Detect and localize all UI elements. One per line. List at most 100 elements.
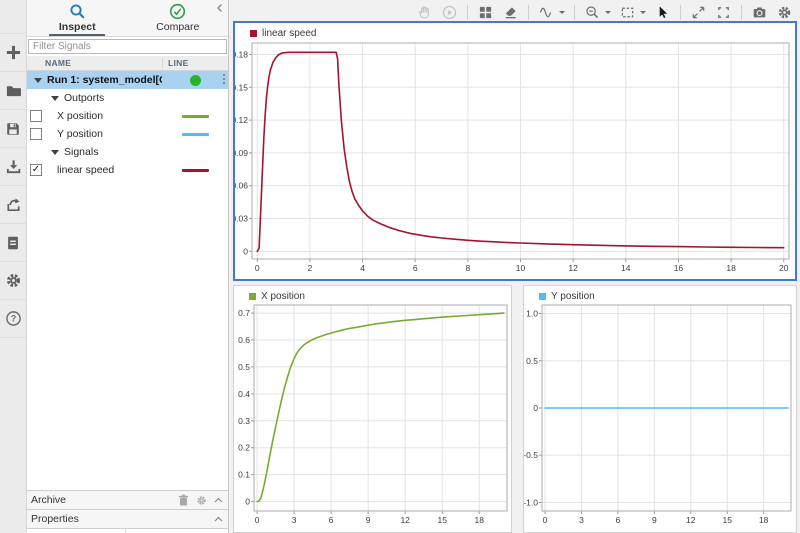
run-row[interactable]: Run 1: system_model[Current] bbox=[27, 71, 228, 89]
tab-inspect[interactable]: Inspect bbox=[27, 0, 128, 36]
active-tab-underline bbox=[49, 34, 105, 36]
signal-checkbox[interactable] bbox=[30, 128, 42, 140]
create-report-button[interactable] bbox=[0, 224, 26, 262]
play-circle-icon bbox=[442, 5, 457, 20]
archive-label: Archive bbox=[31, 494, 178, 506]
svg-text:0.5: 0.5 bbox=[526, 356, 538, 366]
expander-icon[interactable] bbox=[51, 150, 59, 155]
toolbar-separator bbox=[574, 5, 575, 20]
subplot-linear-speed[interactable]: linear speed 0246810121416182000.030.060… bbox=[233, 21, 797, 281]
legend-label: X position bbox=[261, 291, 305, 302]
chevron-up-icon[interactable] bbox=[214, 497, 223, 503]
preferences-button[interactable] bbox=[0, 262, 26, 300]
zoom-out-tool[interactable] bbox=[584, 4, 601, 21]
fullscreen-brackets-icon bbox=[716, 5, 731, 20]
properties-bar[interactable]: Properties bbox=[27, 509, 228, 528]
add-button[interactable] bbox=[0, 33, 26, 72]
properties-label: Properties bbox=[31, 513, 214, 525]
folder-icon bbox=[5, 82, 22, 99]
tab-compare[interactable]: Compare bbox=[128, 0, 229, 36]
filter-signals-input[interactable] bbox=[28, 39, 227, 54]
svg-text:0: 0 bbox=[533, 403, 538, 413]
plot-canvas[interactable]: 036912151800.10.20.30.40.50.60.7 bbox=[234, 303, 511, 532]
signal-row-linear-speed[interactable]: ✓ linear speed bbox=[27, 161, 228, 179]
svg-text:4: 4 bbox=[360, 263, 365, 273]
import-button[interactable] bbox=[0, 148, 26, 186]
archive-bar[interactable]: Archive bbox=[27, 490, 228, 509]
run-menu-icon[interactable] bbox=[223, 74, 225, 84]
pan-tool[interactable] bbox=[416, 4, 433, 21]
group-row-signals[interactable]: Signals bbox=[27, 143, 228, 161]
layout-grid-tool[interactable] bbox=[477, 4, 494, 21]
signal-label: linear speed bbox=[57, 164, 114, 176]
svg-text:0: 0 bbox=[245, 497, 250, 507]
trash-icon[interactable] bbox=[178, 494, 189, 506]
dropdown-caret-icon[interactable] bbox=[605, 11, 611, 14]
line-column-header: LINE bbox=[162, 58, 228, 68]
replay-tool[interactable] bbox=[441, 4, 458, 21]
expand-tool[interactable] bbox=[690, 4, 707, 21]
subplot-y-position[interactable]: Y position 0369121518-1.0-0.500.51.0 bbox=[523, 285, 797, 533]
subplot-x-position[interactable]: X position 036912151800.10.20.30.40.50.6… bbox=[233, 285, 512, 533]
svg-text:3: 3 bbox=[579, 515, 584, 525]
properties-table-peek bbox=[27, 528, 228, 533]
legend-label: linear speed bbox=[262, 28, 316, 39]
svg-text:0.1: 0.1 bbox=[238, 470, 250, 480]
run-label: Run 1: system_model[Current] bbox=[47, 74, 162, 86]
svg-text:2: 2 bbox=[308, 263, 313, 273]
signal-row-y-position[interactable]: Y position bbox=[27, 125, 228, 143]
svg-text:3: 3 bbox=[292, 515, 297, 525]
line-style-swatch[interactable] bbox=[182, 169, 209, 172]
plot-canvas[interactable]: 0369121518-1.0-0.500.51.0 bbox=[524, 303, 796, 532]
signal-row-x-position[interactable]: X position bbox=[27, 107, 228, 125]
svg-text:0: 0 bbox=[543, 515, 548, 525]
line-style-swatch[interactable] bbox=[182, 115, 209, 118]
svg-text:0.2: 0.2 bbox=[238, 443, 250, 453]
svg-text:15: 15 bbox=[437, 515, 447, 525]
svg-text:0.4: 0.4 bbox=[238, 389, 250, 399]
settings-tool[interactable] bbox=[776, 4, 793, 21]
archive-settings-icon[interactable] bbox=[196, 495, 207, 506]
sidebar-tabbar: Inspect Compare bbox=[27, 0, 228, 37]
signal-trace-tool[interactable] bbox=[538, 4, 555, 21]
signal-tree: Run 1: system_model[Current] Outports X … bbox=[27, 71, 228, 179]
legend-swatch bbox=[249, 293, 256, 300]
fit-to-view-tool[interactable] bbox=[619, 4, 636, 21]
gear-icon bbox=[777, 5, 792, 20]
save-icon bbox=[5, 121, 21, 137]
left-toolbar: ? bbox=[0, 0, 27, 533]
wave-icon bbox=[539, 5, 554, 20]
chevron-up-icon[interactable] bbox=[214, 516, 223, 522]
toolbar-separator bbox=[467, 5, 468, 20]
svg-text:-0.5: -0.5 bbox=[524, 450, 538, 460]
tab-inspect-label: Inspect bbox=[59, 21, 96, 33]
group-row-outports[interactable]: Outports bbox=[27, 89, 228, 107]
snapshot-tool[interactable] bbox=[751, 4, 768, 21]
dropdown-caret-icon[interactable] bbox=[559, 11, 565, 14]
fullscreen-tool[interactable] bbox=[715, 4, 732, 21]
line-style-swatch[interactable] bbox=[182, 133, 209, 136]
svg-text:20: 20 bbox=[779, 263, 789, 273]
svg-text:0: 0 bbox=[255, 263, 260, 273]
cursor-tool[interactable] bbox=[654, 4, 671, 21]
svg-text:8: 8 bbox=[465, 263, 470, 273]
export-button[interactable] bbox=[0, 186, 26, 224]
help-button[interactable]: ? bbox=[0, 300, 26, 338]
save-button[interactable] bbox=[0, 110, 26, 148]
open-button[interactable] bbox=[0, 72, 26, 110]
expander-icon[interactable] bbox=[51, 96, 59, 101]
svg-text:0.09: 0.09 bbox=[235, 148, 248, 158]
toolbar-separator bbox=[741, 5, 742, 20]
plot-canvas[interactable]: 0246810121416182000.030.060.090.120.150.… bbox=[235, 41, 795, 279]
signal-checkbox[interactable]: ✓ bbox=[30, 164, 42, 176]
collapse-panel-icon[interactable] bbox=[215, 3, 225, 13]
share-icon bbox=[5, 196, 22, 213]
expander-icon[interactable] bbox=[34, 78, 42, 83]
compare-check-icon bbox=[169, 3, 186, 20]
clear-plots-tool[interactable] bbox=[502, 4, 519, 21]
svg-text:6: 6 bbox=[413, 263, 418, 273]
svg-text:0: 0 bbox=[243, 246, 248, 256]
svg-text:-1.0: -1.0 bbox=[524, 497, 538, 507]
signal-checkbox[interactable] bbox=[30, 110, 42, 122]
dropdown-caret-icon[interactable] bbox=[640, 11, 646, 14]
